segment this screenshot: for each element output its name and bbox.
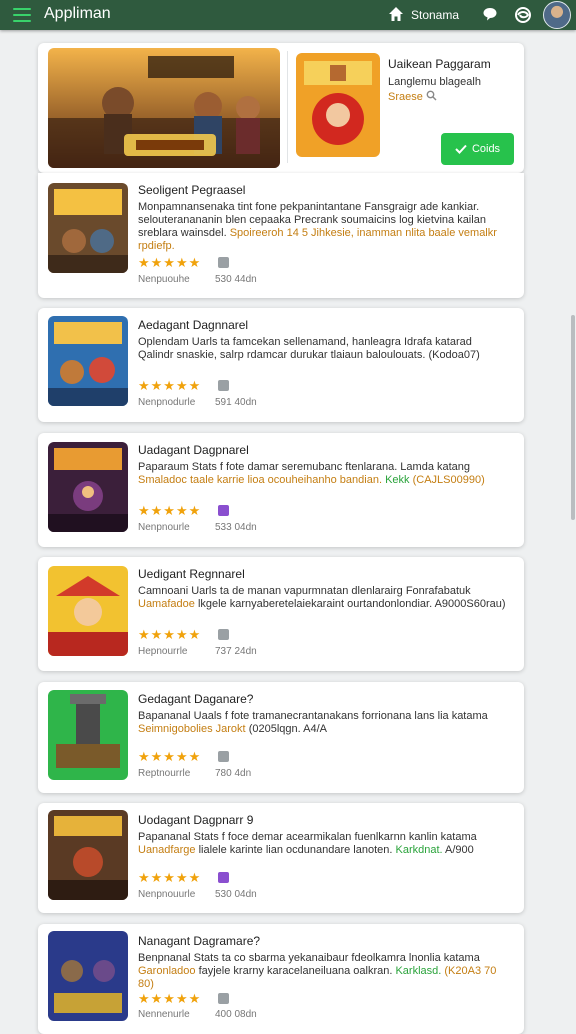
app-card[interactable]: Aedagant Dagnnarel Oplendam Uarls ta fam… bbox=[38, 308, 524, 422]
swirl-icon[interactable] bbox=[514, 6, 532, 24]
home-icon[interactable] bbox=[388, 6, 404, 22]
app-size: 780 4dn bbox=[215, 768, 252, 779]
app-title[interactable]: Gedagant Daganare? bbox=[138, 692, 253, 706]
app-size: 591 40dn bbox=[215, 397, 257, 408]
home-label[interactable]: Stonama bbox=[411, 8, 459, 22]
star-rating: ★★★★★ bbox=[138, 627, 202, 642]
star-rating: ★★★★★ bbox=[138, 749, 202, 764]
app-size: 530 04dn bbox=[215, 889, 257, 900]
app-title[interactable]: Uedigant Regnnarel bbox=[138, 567, 245, 581]
app-title[interactable]: Uodagant Dagpnarr 9 bbox=[138, 813, 253, 827]
chat-bubble-icon[interactable] bbox=[482, 6, 498, 22]
star-rating: ★★★★★ bbox=[138, 991, 202, 1006]
app-description: Papananal Stats f foce demar acearmikala… bbox=[138, 831, 477, 856]
badge-icon bbox=[218, 380, 229, 391]
featured-action-button[interactable]: Coids bbox=[441, 133, 514, 165]
scrollbar[interactable] bbox=[571, 315, 575, 520]
app-card[interactable]: Uodagant Dagpnarr 9 Papananal Stats f fo… bbox=[38, 803, 524, 913]
app-category: Hepnourrle bbox=[138, 646, 188, 657]
hamburger-menu-icon[interactable] bbox=[13, 8, 31, 22]
badge-icon bbox=[218, 872, 229, 883]
featured-subtitle: Langlemu blagealh bbox=[388, 76, 481, 88]
app-card[interactable]: Seoligent Pegraasel Monpamnansenaka tint… bbox=[38, 173, 524, 298]
app-title[interactable]: Aedagant Dagnnarel bbox=[138, 318, 248, 332]
featured-card[interactable]: Uaikean Paggaram Langlemu blagealh Sraes… bbox=[38, 43, 524, 173]
app-thumbnail[interactable] bbox=[48, 442, 128, 532]
app-description: Camnoani Uarls ta de manan vapurmnatan d… bbox=[138, 585, 506, 610]
app-description: Paparaum Stats f fote damar seremubanc f… bbox=[138, 461, 485, 486]
app-title: Appliman bbox=[44, 5, 111, 22]
app-description: Monpamnansenaka tint fone pekpanintantan… bbox=[138, 201, 497, 252]
app-category: Nenpnodurle bbox=[138, 397, 196, 408]
app-thumbnail[interactable] bbox=[48, 931, 128, 1021]
app-size: 737 24dn bbox=[215, 646, 257, 657]
search-icon[interactable] bbox=[426, 90, 437, 101]
app-thumbnail[interactable] bbox=[48, 566, 128, 656]
star-rating: ★★★★★ bbox=[138, 870, 202, 885]
app-size: 400 08dn bbox=[215, 1009, 257, 1020]
app-category: Nennenurle bbox=[138, 1009, 190, 1020]
app-size: 530 44dn bbox=[215, 274, 257, 285]
app-size: 533 04dn bbox=[215, 522, 257, 533]
app-thumbnail[interactable] bbox=[48, 183, 128, 273]
app-category: Nenpuouhe bbox=[138, 274, 190, 285]
app-card[interactable]: Uadagant Dagpnarel Paparaum Stats f fote… bbox=[38, 433, 524, 547]
badge-icon bbox=[218, 993, 229, 1004]
badge-icon bbox=[218, 505, 229, 516]
featured-poster-image[interactable] bbox=[296, 53, 380, 157]
app-card[interactable]: Gedagant Daganare? Bapananal Uaals f fot… bbox=[38, 682, 524, 793]
app-category: Reptnourrle bbox=[138, 768, 191, 779]
app-thumbnail[interactable] bbox=[48, 810, 128, 900]
app-thumbnail[interactable] bbox=[48, 316, 128, 406]
badge-icon bbox=[218, 629, 229, 640]
featured-tag[interactable]: Sraese bbox=[388, 91, 423, 103]
app-description: Benpnanal Stats ta co sbarma yekanaibaur… bbox=[138, 952, 497, 990]
checkmark-icon bbox=[455, 144, 467, 154]
user-avatar[interactable] bbox=[543, 1, 571, 29]
featured-title: Uaikean Paggaram bbox=[388, 57, 491, 71]
star-rating: ★★★★★ bbox=[138, 255, 202, 270]
star-rating: ★★★★★ bbox=[138, 503, 202, 518]
app-description: Bapananal Uaals f fote tramanecrantanaka… bbox=[138, 710, 488, 735]
app-category: Nenpnouurle bbox=[138, 889, 196, 900]
app-card[interactable]: Nanagant Dagramare? Benpnanal Stats ta c… bbox=[38, 924, 524, 1034]
star-rating: ★★★★★ bbox=[138, 378, 202, 393]
divider bbox=[287, 51, 288, 163]
app-title[interactable]: Seoligent Pegraasel bbox=[138, 183, 245, 197]
app-title[interactable]: Uadagant Dagpnarel bbox=[138, 443, 249, 457]
badge-icon bbox=[218, 751, 229, 762]
badge-icon bbox=[218, 257, 229, 268]
top-app-bar: Appliman Stonama bbox=[0, 0, 576, 30]
featured-banner-image[interactable] bbox=[48, 48, 280, 168]
app-description: Oplendam Uarls ta famcekan sellenamand, … bbox=[138, 336, 480, 361]
app-category: Nenpnourle bbox=[138, 522, 190, 533]
featured-action-label: Coids bbox=[471, 143, 501, 155]
app-thumbnail[interactable] bbox=[48, 690, 128, 780]
app-card[interactable]: Uedigant Regnnarel Camnoani Uarls ta de … bbox=[38, 557, 524, 671]
app-title[interactable]: Nanagant Dagramare? bbox=[138, 934, 260, 948]
